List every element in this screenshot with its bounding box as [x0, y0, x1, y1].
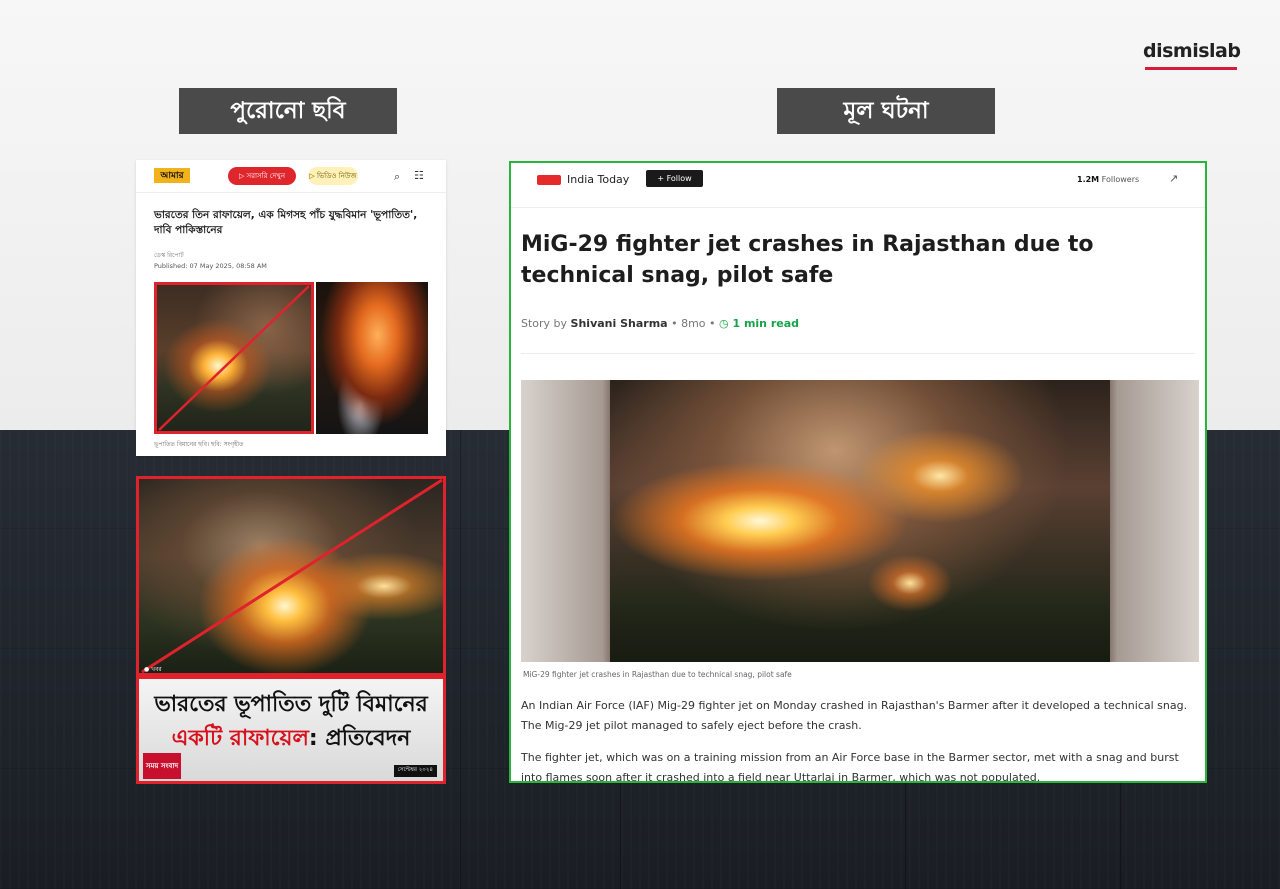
banner-credit: সেপ্টেম্বর ২০২৪ — [393, 765, 437, 777]
original-news-article-card: India Today + Follow 1.2M Followers ↗ Mi… — [509, 161, 1207, 783]
photo-caption: ভূপাতিত বিমানের ছবি। ছবি: সংগৃহীত — [154, 441, 244, 448]
divider — [521, 353, 1195, 354]
news-tag: ● খবর — [144, 666, 162, 673]
article-photo-container — [521, 380, 1199, 662]
author-name[interactable]: Shivani Sharma — [571, 317, 668, 330]
search-icon[interactable]: ⌕ — [394, 170, 400, 184]
news-navbar: আমার ▷ সরাসরি দেখুন ▷ ভিডিও নিউজ ⌕ ☷ — [136, 160, 446, 193]
dismislab-logo: dismislab — [1143, 40, 1241, 72]
clock-icon: ◷ — [719, 317, 729, 330]
source-name[interactable]: India Today — [567, 173, 629, 186]
photo-red-frame — [154, 282, 314, 434]
banner-title-rest: : প্রতিবেদন — [308, 726, 411, 751]
followers-number: 1.2M — [1077, 175, 1100, 184]
followers-label: Followers — [1099, 175, 1140, 184]
menu-icon[interactable]: ☷ — [414, 169, 424, 182]
story-age: • 8mo • — [667, 317, 720, 330]
article-paragraph-2: The fighter jet, which was on a training… — [521, 751, 1179, 783]
read-time: 1 min read — [728, 317, 800, 330]
crash-photo-original — [610, 380, 1110, 662]
night-fire-photo — [316, 282, 428, 434]
channel-logo: সময় সংবাদ — [143, 753, 181, 779]
photo-red-frame — [136, 476, 446, 676]
article-published-date: Published: 07 May 2025, 08:58 AM — [154, 262, 267, 270]
banner-title-line1: ভারতের ভূপাতিত দুটি বিমানের — [154, 692, 428, 717]
follow-button[interactable]: + Follow — [646, 170, 703, 187]
article-source-header: India Today + Follow 1.2M Followers ↗ — [511, 163, 1205, 208]
logo-text: dismislab — [1143, 40, 1241, 62]
old-news-article-card: আমার ▷ সরাসরি দেখুন ▷ ভিডিও নিউজ ⌕ ☷ ভার… — [136, 160, 446, 456]
live-button[interactable]: ▷ সরাসরি দেখুন — [228, 167, 296, 185]
external-link-icon[interactable]: ↗ — [1169, 172, 1178, 185]
story-meta: Story by Shivani Sharma • 8mo • ◷ 1 min … — [521, 317, 799, 330]
label-old-image: পুরোনো ছবি — [179, 88, 397, 134]
photo-caption: MiG-29 fighter jet crashes in Rajasthan … — [523, 670, 792, 679]
banner-title-line2: একটি রাফায়েল: প্রতিবেদন — [145, 721, 437, 758]
old-tv-news-card: ● খবর ভারতের ভূপাতিত দুটি বিমানের একটি র… — [136, 476, 446, 784]
banner-title-highlight: একটি রাফায়েল — [171, 726, 309, 751]
followers-count: 1.2M Followers — [1077, 175, 1139, 184]
video-news-button[interactable]: ▷ ভিডিও নিউজ — [308, 167, 358, 185]
logo-underline — [1145, 67, 1237, 70]
article-headline: ভারতের তিন রাফায়েল, এক মিগসহ পাঁচ যুদ্ধ… — [154, 209, 418, 236]
news-title-banner: ভারতের ভূপাতিত দুটি বিমানের একটি রাফায়ে… — [136, 676, 446, 784]
board-seam — [460, 430, 461, 889]
article-byline: ডেস্ক রিপোর্ট — [154, 252, 184, 259]
article-headline: MiG-29 fighter jet crashes in Rajasthan … — [521, 232, 1094, 288]
news-site-logo[interactable]: আমার — [154, 168, 190, 183]
india-today-logo-icon — [537, 175, 561, 185]
story-prefix: Story by — [521, 317, 571, 330]
label-original-event: মূল ঘটনা — [777, 88, 995, 134]
article-paragraph-1: An Indian Air Force (IAF) Mig-29 fighter… — [521, 699, 1188, 732]
